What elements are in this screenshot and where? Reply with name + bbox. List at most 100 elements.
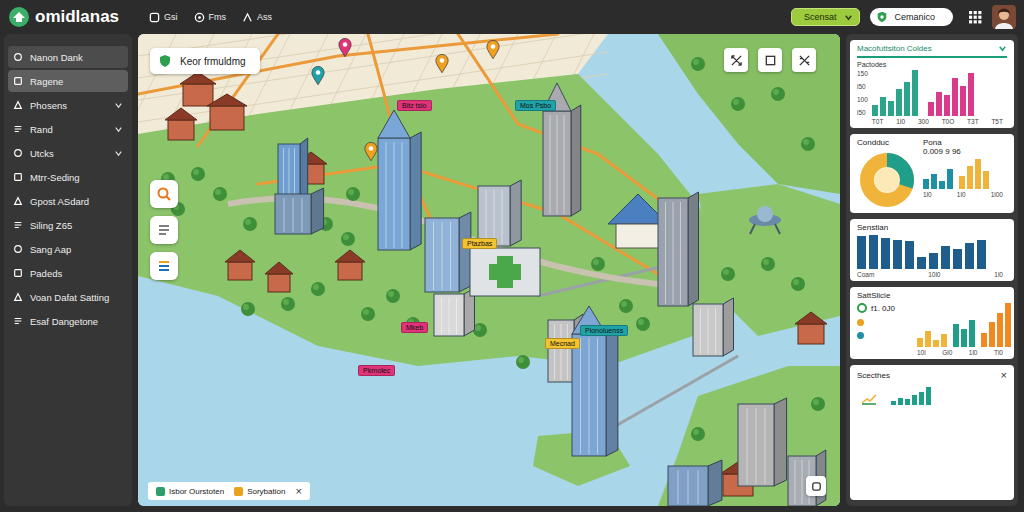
chart-bar[interactable] bbox=[1005, 303, 1011, 347]
collapse-button[interactable] bbox=[792, 48, 816, 72]
map-label[interactable]: Mos Psbo bbox=[515, 100, 556, 111]
fullscreen-button[interactable] bbox=[724, 48, 748, 72]
scenario-dropdown[interactable]: Scensat bbox=[791, 8, 861, 26]
apps-grid-icon[interactable] bbox=[969, 11, 982, 24]
map-canvas[interactable] bbox=[138, 34, 840, 506]
map-label[interactable]: Pkrnolec bbox=[358, 365, 395, 376]
chart-bar[interactable] bbox=[904, 82, 910, 116]
nav-item[interactable]: Ass bbox=[242, 12, 272, 23]
sidebar-item[interactable]: Mtrr-Seding bbox=[8, 166, 128, 188]
sidebar-item[interactable]: Voan Dafat Satting bbox=[8, 286, 128, 308]
sidebar-item[interactable]: Nanon Dank bbox=[8, 46, 128, 68]
map-label[interactable]: Bitz tsio bbox=[397, 100, 432, 111]
list-button[interactable] bbox=[150, 216, 178, 244]
sidebar-item[interactable]: Ragene bbox=[8, 70, 128, 92]
nav-item[interactable]: Gsi bbox=[149, 12, 178, 23]
chart-bar[interactable] bbox=[869, 235, 878, 269]
chart-bar[interactable] bbox=[872, 105, 878, 116]
chart-bar[interactable] bbox=[952, 78, 958, 116]
chart-bar[interactable] bbox=[917, 257, 926, 269]
chart-bar[interactable] bbox=[881, 238, 890, 270]
chart-bar[interactable] bbox=[857, 236, 866, 269]
legend-item[interactable]: Isbor Ourstoten bbox=[156, 487, 224, 496]
user-avatar-icon[interactable] bbox=[992, 5, 1016, 29]
sidebar-item[interactable]: Padeds bbox=[8, 262, 128, 284]
chart-bar[interactable] bbox=[917, 338, 923, 347]
chart-bar[interactable] bbox=[926, 387, 931, 405]
chart-bar[interactable] bbox=[959, 176, 965, 189]
chart-bar[interactable] bbox=[960, 86, 966, 116]
map-pin[interactable] bbox=[338, 38, 352, 58]
chart-bar[interactable] bbox=[880, 97, 886, 116]
chart-bar[interactable] bbox=[953, 324, 959, 347]
chart-bar[interactable] bbox=[997, 313, 1003, 348]
chart-bar[interactable] bbox=[981, 333, 987, 347]
chart-bar[interactable] bbox=[967, 166, 973, 189]
chart-bar[interactable] bbox=[965, 243, 974, 269]
map-pin[interactable] bbox=[311, 66, 325, 86]
brand[interactable]: omidlanas bbox=[8, 6, 119, 28]
chart-bar[interactable] bbox=[905, 399, 910, 406]
map-pin[interactable] bbox=[486, 40, 500, 60]
chart-bar[interactable] bbox=[961, 329, 967, 348]
map-label[interactable]: Ptazbas bbox=[462, 238, 497, 249]
legend-close-button[interactable]: × bbox=[295, 485, 301, 497]
chart-bar[interactable] bbox=[912, 395, 917, 405]
sidebar-item[interactable]: Gpost ASdard bbox=[8, 190, 128, 212]
sidebar-item[interactable]: Sang Aap bbox=[8, 238, 128, 260]
chart-bar[interactable] bbox=[939, 181, 945, 189]
sidebar-item[interactable]: Utcks bbox=[8, 142, 128, 164]
map-pin[interactable] bbox=[435, 54, 449, 74]
map-label[interactable]: Pionoluenss bbox=[580, 325, 628, 336]
donut-chart[interactable] bbox=[857, 150, 917, 210]
chart-bar[interactable] bbox=[947, 169, 953, 189]
chart-bar[interactable] bbox=[989, 322, 995, 347]
chart-bar[interactable] bbox=[931, 174, 937, 189]
nav-item[interactable]: Fms bbox=[194, 12, 227, 23]
card-header[interactable]: Macofuttsiton Coldes bbox=[857, 44, 1007, 58]
chart-bar[interactable] bbox=[919, 392, 924, 406]
chart-bar[interactable] bbox=[896, 89, 902, 116]
sidebar-item[interactable]: Phosens bbox=[8, 94, 128, 116]
frame-button[interactable] bbox=[758, 48, 782, 72]
sidebar-item[interactable]: Rand bbox=[8, 118, 128, 140]
map-legend: Isbor Ourstoten Sorybation × bbox=[148, 482, 310, 500]
location-pin-icon bbox=[311, 66, 325, 86]
map-pin[interactable] bbox=[364, 142, 378, 162]
map-search[interactable]: Keor frmuldmg bbox=[150, 48, 260, 74]
chart-bar[interactable] bbox=[977, 240, 986, 269]
layers-button[interactable] bbox=[150, 252, 178, 280]
legend-item[interactable]: Sorybation bbox=[234, 487, 285, 496]
chart-bar[interactable] bbox=[898, 398, 903, 406]
map-label[interactable]: Mecnad bbox=[545, 338, 580, 349]
sidebar-item[interactable]: Esaf Dangetone bbox=[8, 310, 128, 332]
chart-bar[interactable] bbox=[893, 240, 902, 269]
chart-bar[interactable] bbox=[928, 102, 934, 116]
chart-bar[interactable] bbox=[983, 171, 989, 189]
city-map[interactable]: Keor frmuldmg Bitz tsio Mos Psbo Ptazbas Mke… bbox=[138, 34, 840, 506]
chart-bar[interactable] bbox=[925, 331, 931, 347]
chart-bar[interactable] bbox=[912, 70, 918, 116]
status-pill[interactable]: Cemanico bbox=[870, 8, 953, 26]
chart-bar[interactable] bbox=[969, 320, 975, 348]
menu-glyph-icon bbox=[13, 316, 23, 326]
menu-glyph-icon bbox=[13, 148, 23, 158]
search-place-button[interactable] bbox=[150, 180, 178, 208]
chart-bar[interactable] bbox=[929, 253, 938, 270]
chart-bar[interactable] bbox=[941, 246, 950, 269]
chart-bar[interactable] bbox=[944, 95, 950, 116]
chart-bar[interactable] bbox=[953, 249, 962, 269]
map-corner-button[interactable] bbox=[806, 476, 826, 496]
chart-bar[interactable] bbox=[941, 334, 947, 347]
chart-bar[interactable] bbox=[923, 179, 929, 189]
chart-bar[interactable] bbox=[888, 101, 894, 116]
close-button[interactable]: × bbox=[1001, 369, 1007, 381]
map-label[interactable]: Mkeb bbox=[401, 322, 428, 333]
chart-bar[interactable] bbox=[936, 92, 942, 116]
chart-bar[interactable] bbox=[968, 73, 974, 116]
chart-bar[interactable] bbox=[905, 241, 914, 269]
chart-bar[interactable] bbox=[975, 159, 981, 189]
sidebar-item[interactable]: Siling Z65 bbox=[8, 214, 128, 236]
chart-bar[interactable] bbox=[891, 401, 896, 406]
chart-bar[interactable] bbox=[933, 340, 939, 347]
